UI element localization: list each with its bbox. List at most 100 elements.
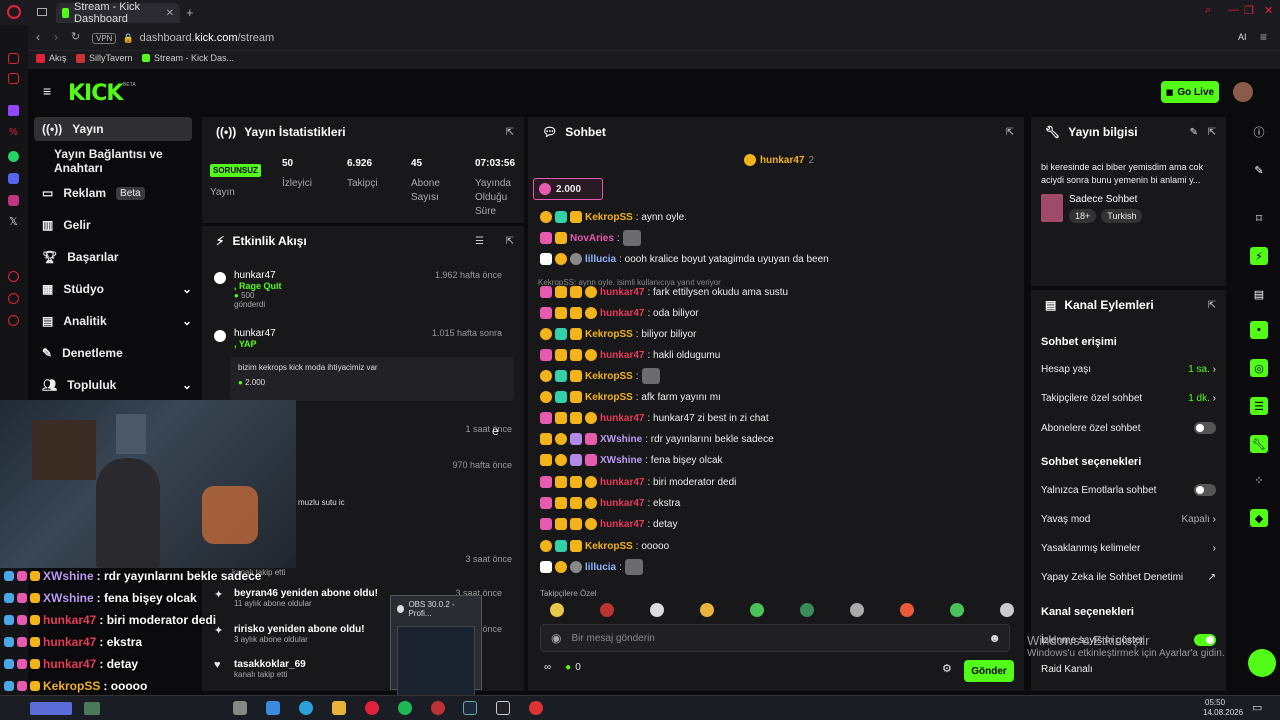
new-tab-button[interactable]: + <box>186 5 194 20</box>
clock-time[interactable]: 05:50 <box>1205 698 1225 707</box>
kick-logo[interactable]: KICK <box>68 81 123 106</box>
chat-username[interactable]: lillucia <box>585 254 616 265</box>
goal-badge[interactable]: 2.000 <box>533 178 603 200</box>
chat-message[interactable]: KekropSS: <box>540 367 660 385</box>
ai-button[interactable]: AI <box>1238 32 1247 42</box>
chat-message[interactable]: KekropSS: aynn oyle. <box>540 208 687 226</box>
epic-icon[interactable] <box>496 701 510 715</box>
sidebar-app-icon[interactable] <box>8 73 19 84</box>
ai-moderation-row[interactable]: Yapay Zeka ile Sohbet Denetimi ↗ <box>1041 572 1216 583</box>
chat-message[interactable]: KekropSS: biliyor biliyor <box>540 325 696 343</box>
x-icon[interactable]: 𝕏 <box>9 215 18 228</box>
popout-icon[interactable]: ⇱ <box>506 127 514 138</box>
prediction-icon[interactable]: ◆ <box>1250 509 1268 527</box>
go-live-button[interactable]: ◼ Go Live <box>1161 81 1219 103</box>
chat-username[interactable]: NovAries <box>570 233 614 244</box>
emote-tab[interactable]: Takipçilere Özel <box>540 589 596 598</box>
reload-icon[interactable]: ↻ <box>71 30 80 43</box>
explorer-icon[interactable] <box>332 701 346 715</box>
tab-kick-dashboard[interactable]: Stream - Kick Dashboard ✕ <box>56 1 180 25</box>
emote-icon[interactable] <box>600 603 614 617</box>
banned-words-row[interactable]: Yasaklanmış kelimeler › <box>1041 543 1216 554</box>
notification-icon[interactable]: ▭ <box>1252 701 1262 714</box>
chat-message[interactable]: hunkar47: hakli oldugumu <box>540 346 720 364</box>
bookmark-akis[interactable]: Akış <box>36 53 67 63</box>
lightning-icon[interactable]: ⚡︎ <box>1250 247 1268 265</box>
minimize-button[interactable]: — <box>1228 4 1239 16</box>
emote-icon[interactable] <box>950 603 964 617</box>
popout-icon[interactable]: ⇱ <box>1208 127 1216 138</box>
chat-username[interactable]: XWshine <box>600 434 642 445</box>
chat-message[interactable]: hunkar47: hunkar47 zi best in zi chat <box>540 409 769 427</box>
forward-icon[interactable]: › <box>54 30 58 44</box>
followers-only-row[interactable]: Takipçilere özel sohbet 1 dk. › <box>1041 393 1216 404</box>
obs-icon[interactable] <box>431 701 445 715</box>
support-chat-button[interactable] <box>1248 649 1276 677</box>
pinned-gifter[interactable]: hunkar47 2 <box>744 154 814 166</box>
chat-username[interactable]: hunkar47 <box>600 477 644 488</box>
search-icon[interactable]: ⌕ <box>1205 4 1211 17</box>
popout-icon[interactable]: ⇱ <box>506 236 514 247</box>
steam-icon[interactable] <box>463 701 477 715</box>
chat-message[interactable]: hunkar47: ekstra <box>540 494 680 512</box>
raid-row[interactable]: Raid Kanalı <box>1041 664 1216 675</box>
emote-icon[interactable] <box>650 603 664 617</box>
emote-picker-icon[interactable]: ☻ <box>988 631 1001 645</box>
chat-message[interactable]: lillucia: oooh kralice boyut yatagimda u… <box>540 250 829 268</box>
spotify-icon[interactable] <box>398 701 412 715</box>
sidebar-app-icon[interactable] <box>8 53 19 64</box>
chat-message[interactable]: hunkar47: biri moderator dedi <box>540 473 736 491</box>
nav-item-stream-key[interactable]: Yayın Bağlantısı ve Anahtarı <box>34 147 204 175</box>
whatsapp-icon[interactable] <box>8 151 19 162</box>
app-icon[interactable] <box>529 701 543 715</box>
share-icon[interactable]: ⁘ <box>1250 471 1268 489</box>
chat-username[interactable]: XWshine <box>600 455 642 466</box>
emote-icon[interactable] <box>750 603 764 617</box>
clip-icon[interactable]: ⌑ <box>1250 209 1268 227</box>
broadcast-icon[interactable]: ◎ <box>1250 359 1268 377</box>
chat-username[interactable]: hunkar47 <box>600 519 644 530</box>
edge-icon[interactable] <box>299 701 313 715</box>
chat-message[interactable]: XWshine: rdr yayınlarını bekle sadece <box>540 430 774 448</box>
chat-username[interactable]: KekropSS <box>585 212 633 223</box>
close-tab-icon[interactable]: ✕ <box>166 8 174 19</box>
emote-icon[interactable] <box>700 603 714 617</box>
account-age-row[interactable]: Hesap yaşı 1 sa. › <box>1041 364 1216 375</box>
chat-username[interactable]: lillucia <box>585 562 616 573</box>
chat-username[interactable]: hunkar47 <box>600 413 644 424</box>
settings-icon[interactable] <box>8 315 19 326</box>
chat-icon[interactable]: ▪ <box>1250 321 1268 339</box>
emote-icon[interactable] <box>800 603 814 617</box>
emoji-icon[interactable]: ◉ <box>551 631 561 645</box>
document-icon[interactable]: ▤ <box>1250 285 1268 303</box>
chat-message[interactable]: KekropSS: afk farm yayını mı <box>540 388 721 406</box>
wrench-icon[interactable]: 🔧︎ <box>1250 435 1268 453</box>
nav-item-studyo[interactable]: ▦ Stüdyo ⌄ <box>34 277 192 301</box>
chat-username[interactable]: hunkar47 <box>600 498 644 509</box>
vpn-badge[interactable]: VPN <box>92 32 117 44</box>
edit-icon[interactable]: ✎ <box>1250 161 1268 179</box>
chat-message[interactable]: NovAries: <box>540 229 641 247</box>
nav-item-basarilar[interactable]: 🏆︎ Başarılar <box>34 245 192 269</box>
bookmark-sillytavern[interactable]: SillyTavern <box>76 53 133 63</box>
subs-only-toggle[interactable] <box>1194 422 1216 434</box>
chat-username[interactable]: hunkar47 <box>600 308 644 319</box>
close-window-button[interactable]: ✕ <box>1264 4 1273 17</box>
bookmark-kick-dashboard[interactable]: Stream - Kick Das... <box>142 53 234 63</box>
chat-username[interactable]: hunkar47 <box>600 350 644 361</box>
hamburger-icon[interactable]: ≡ <box>43 83 51 99</box>
back-icon[interactable]: ‹ <box>36 30 40 44</box>
chat-input[interactable]: ◉ Bir mesaj gönderin ☻ <box>540 624 1010 652</box>
nav-item-denetleme[interactable]: ✎ Denetleme <box>34 341 192 365</box>
menu-icon[interactable]: ≡ <box>1260 30 1267 44</box>
chat-message[interactable]: KekropSS: ooooo <box>540 537 669 555</box>
emote-only-toggle[interactable] <box>1194 484 1216 496</box>
popout-icon[interactable]: ⇱ <box>1006 127 1014 138</box>
history-icon[interactable] <box>8 293 19 304</box>
chat-username[interactable]: KekropSS <box>585 392 633 403</box>
chat-username[interactable]: KekropSS <box>585 371 633 382</box>
opera-logo-icon[interactable] <box>7 5 21 19</box>
infinity-icon[interactable]: ∞ <box>544 662 551 673</box>
search-widget[interactable] <box>30 702 72 715</box>
opera-icon[interactable] <box>365 701 379 715</box>
